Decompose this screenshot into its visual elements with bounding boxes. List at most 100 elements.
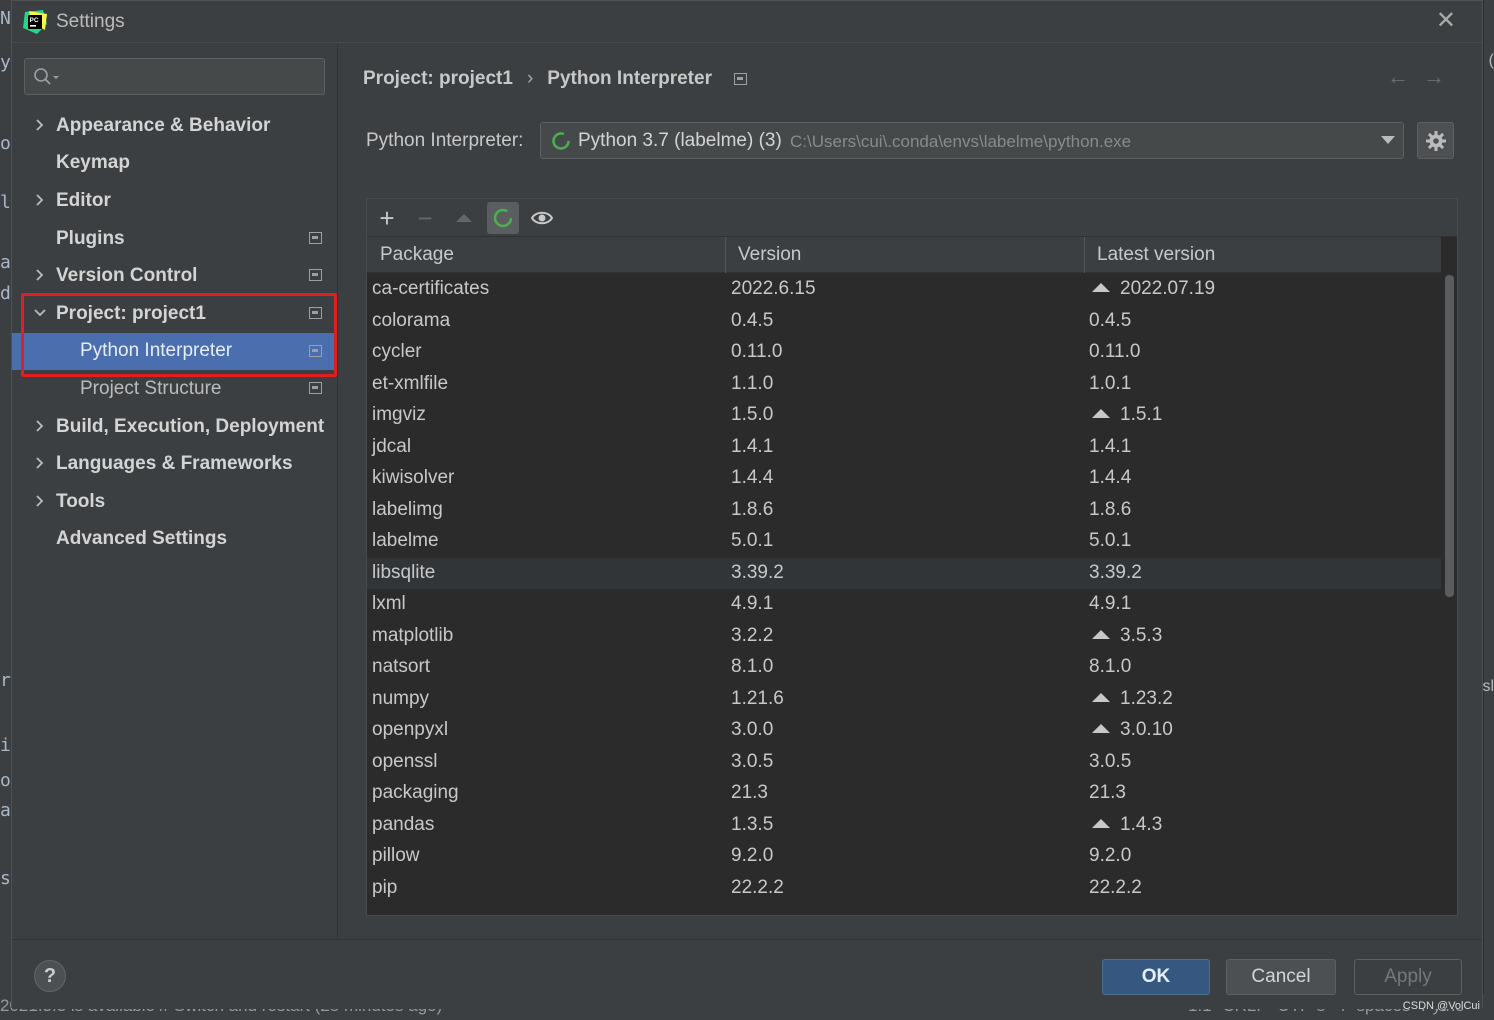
sidebar-item-project-project1[interactable]: Project: project1 bbox=[12, 295, 337, 333]
package-version: 3.2.2 bbox=[731, 624, 774, 646]
chevron-right-icon[interactable] bbox=[32, 192, 48, 208]
sidebar-item-appearance-behavior[interactable]: Appearance & Behavior bbox=[12, 107, 337, 145]
table-row[interactable]: pillow 9.2.0 9.2.0 bbox=[367, 841, 1442, 873]
interpreter-dropdown[interactable]: Python 3.7 (labelme) (3) C:\Users\cui\.c… bbox=[540, 122, 1404, 159]
table-row[interactable]: labelme 5.0.1 5.0.1 bbox=[367, 526, 1442, 558]
settings-dialog: PC Settings ✕ Appearance & Behavior Keyma… bbox=[11, 0, 1483, 1009]
sidebar-item-version-control[interactable]: Version Control bbox=[12, 257, 337, 295]
latest-version-text: 1.4.1 bbox=[1089, 435, 1132, 457]
apply-button[interactable]: Apply bbox=[1354, 959, 1462, 995]
settings-search-input[interactable] bbox=[24, 58, 325, 95]
show-early-releases-button[interactable] bbox=[526, 202, 558, 234]
upgrade-available-icon bbox=[1092, 409, 1110, 418]
package-name: openpyxl bbox=[372, 719, 449, 740]
latest-version-text: 0.4.5 bbox=[1089, 309, 1132, 331]
table-row[interactable]: pandas 1.3.5 1.4.3 bbox=[367, 810, 1442, 842]
chevron-right-icon[interactable] bbox=[32, 455, 48, 471]
forward-arrow-icon[interactable]: → bbox=[1423, 64, 1459, 89]
breadcrumb-parent[interactable]: Project: project1 bbox=[363, 68, 513, 90]
sidebar-item-build-execution-deployment[interactable]: Build, Execution, Deployment bbox=[12, 408, 337, 446]
package-name: pandas bbox=[372, 813, 435, 835]
latest-version-text: 9.2.0 bbox=[1089, 845, 1132, 866]
latest-version-text: 1.4.4 bbox=[1089, 467, 1132, 488]
back-arrow-icon[interactable]: ← bbox=[1387, 64, 1423, 89]
sidebar-item-plugins[interactable]: Plugins bbox=[12, 220, 337, 258]
package-version: 9.2.0 bbox=[731, 845, 774, 866]
dialog-title: Settings bbox=[56, 11, 125, 32]
close-icon[interactable]: ✕ bbox=[1436, 9, 1456, 33]
package-version: 4.9.1 bbox=[731, 593, 774, 614]
sidebar-item-keymap[interactable]: Keymap bbox=[12, 145, 337, 183]
sidebar-item-tools[interactable]: Tools bbox=[12, 483, 337, 521]
vertical-scrollbar[interactable] bbox=[1441, 237, 1457, 915]
table-row[interactable]: libsqlite 3.39.2 3.39.2 bbox=[367, 557, 1442, 589]
column-header-latest-version[interactable]: Latest version bbox=[1097, 244, 1215, 266]
package-latest-version: 5.0.1 bbox=[1089, 530, 1131, 552]
sidebar-item-languages-frameworks[interactable]: Languages & Frameworks bbox=[12, 445, 337, 483]
project-scope-icon bbox=[309, 269, 322, 282]
table-row[interactable]: natsort 8.1.0 8.1.0 bbox=[367, 652, 1442, 684]
table-row[interactable]: openpyxl 3.0.0 3.0.10 bbox=[367, 715, 1442, 747]
chevron-right-icon[interactable] bbox=[32, 267, 48, 283]
sidebar-item-project-structure[interactable]: Project Structure bbox=[12, 370, 337, 408]
chevron-right-icon[interactable] bbox=[32, 418, 48, 434]
refresh-button[interactable] bbox=[487, 202, 519, 234]
package-version: 1.4.1 bbox=[731, 435, 774, 457]
table-row[interactable]: et-xmlfile 1.1.0 1.0.1 bbox=[367, 369, 1442, 401]
gear-icon bbox=[1425, 130, 1446, 151]
column-header-package[interactable]: Package bbox=[380, 244, 454, 266]
sidebar-item-label: Languages & Frameworks bbox=[56, 453, 293, 475]
breadcrumb-current: Python Interpreter bbox=[547, 68, 712, 89]
table-row[interactable]: packaging 21.3 21.3 bbox=[367, 778, 1442, 810]
table-row[interactable]: pip 22.2.2 22.2.2 bbox=[367, 873, 1442, 905]
package-version: 1.5.0 bbox=[731, 404, 774, 425]
chevron-down-icon[interactable] bbox=[32, 305, 48, 321]
package-version: 8.1.0 bbox=[731, 656, 774, 677]
remove-package-button[interactable]: − bbox=[409, 202, 441, 234]
table-row[interactable]: ca-certificates 2022.6.15 2022.07.19 bbox=[367, 274, 1442, 306]
project-scope-icon bbox=[309, 231, 322, 244]
cancel-button[interactable]: Cancel bbox=[1226, 959, 1336, 995]
column-header-version[interactable]: Version bbox=[738, 244, 801, 266]
chevron-down-icon bbox=[1381, 136, 1395, 144]
table-row[interactable]: jdcal 1.4.1 1.4.1 bbox=[367, 432, 1442, 464]
ok-button[interactable]: OK bbox=[1102, 959, 1210, 995]
project-scope-icon bbox=[309, 306, 322, 319]
add-package-button[interactable]: + bbox=[371, 202, 403, 234]
table-row[interactable]: openssl 3.0.5 3.0.5 bbox=[367, 747, 1442, 779]
scrollbar-thumb[interactable] bbox=[1445, 275, 1454, 597]
help-button[interactable]: ? bbox=[34, 960, 66, 992]
table-row[interactable]: colorama 0.4.5 0.4.5 bbox=[367, 306, 1442, 338]
project-scope-icon bbox=[733, 73, 747, 85]
table-row[interactable]: cycler 0.11.0 0.11.0 bbox=[367, 337, 1442, 369]
interpreter-settings-button[interactable] bbox=[1417, 122, 1454, 159]
latest-version-text: 1.0.1 bbox=[1089, 372, 1132, 394]
chevron-right-icon[interactable] bbox=[32, 493, 48, 509]
upgrade-available-icon bbox=[1092, 724, 1110, 733]
package-latest-version: 2022.07.19 bbox=[1089, 278, 1215, 300]
background-code-fragment: sl bbox=[1482, 678, 1494, 695]
package-name: openssl bbox=[372, 750, 438, 772]
column-divider bbox=[725, 237, 726, 273]
chevron-right-icon[interactable] bbox=[32, 117, 48, 133]
sidebar-item-label: Project Structure bbox=[80, 377, 222, 399]
history-nav: ←→ bbox=[1387, 64, 1459, 90]
sidebar-item-python-interpreter[interactable]: Python Interpreter bbox=[12, 332, 337, 371]
table-row[interactable]: numpy 1.21.6 1.23.2 bbox=[367, 684, 1442, 716]
upgrade-package-button[interactable] bbox=[448, 202, 480, 234]
table-row[interactable]: imgviz 1.5.0 1.5.1 bbox=[367, 400, 1442, 432]
sidebar-item-advanced-settings[interactable]: Advanced Settings bbox=[12, 521, 337, 559]
package-name: labelme bbox=[372, 530, 439, 551]
background-code-fragment: s bbox=[0, 868, 11, 889]
package-name: numpy bbox=[372, 687, 430, 709]
main-panel: Project: project1 › Python Interpreter ←… bbox=[339, 44, 1483, 939]
table-row[interactable]: labelimg 1.8.6 1.8.6 bbox=[367, 495, 1442, 527]
sidebar-item-editor[interactable]: Editor bbox=[12, 182, 337, 220]
package-latest-version: 3.39.2 bbox=[1089, 562, 1142, 584]
table-row[interactable]: lxml 4.9.1 4.9.1 bbox=[367, 589, 1442, 621]
upgrade-available-icon bbox=[1092, 283, 1110, 292]
table-row[interactable]: matplotlib 3.2.2 3.5.3 bbox=[367, 621, 1442, 653]
table-row[interactable]: kiwisolver 1.4.4 1.4.4 bbox=[367, 463, 1442, 495]
settings-tree: Appearance & Behavior Keymap Editor Plugins… bbox=[12, 107, 337, 558]
sidebar-item-label: Keymap bbox=[56, 152, 130, 174]
